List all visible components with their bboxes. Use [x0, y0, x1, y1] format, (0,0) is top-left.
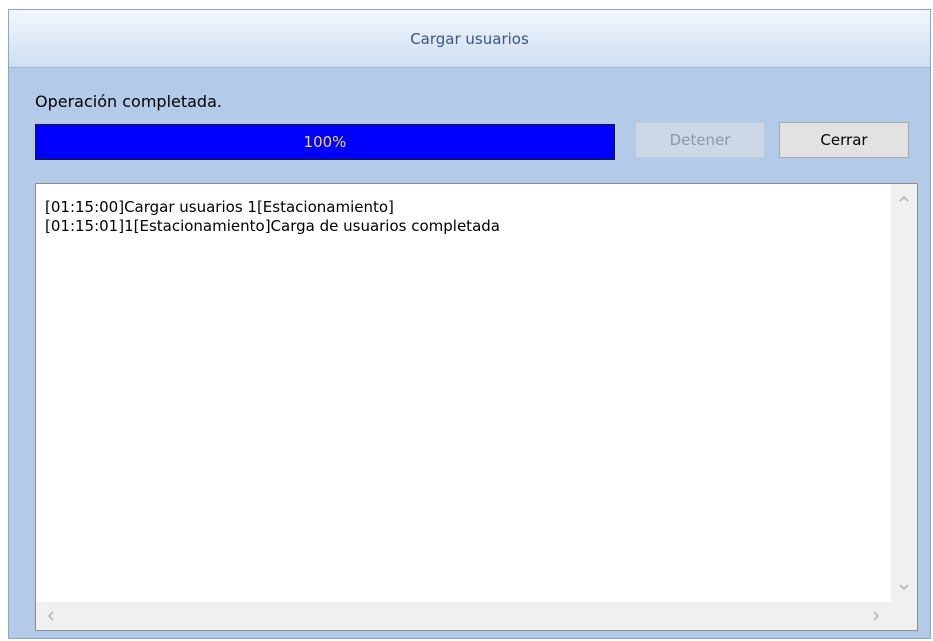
load-users-dialog: Cargar usuarios Operación completada. 10… — [8, 9, 931, 639]
scrollbar-corner — [891, 602, 917, 630]
chevron-down-icon[interactable] — [899, 582, 909, 592]
status-message: Operación completada. — [35, 92, 222, 111]
chevron-right-icon[interactable] — [871, 611, 881, 621]
chevron-left-icon[interactable] — [46, 611, 56, 621]
dialog-title: Cargar usuarios — [410, 29, 529, 48]
progress-bar: 100% — [35, 124, 615, 160]
log-lines: [01:15:00]Cargar usuarios 1[Estacionamie… — [45, 198, 887, 236]
vertical-scrollbar[interactable] — [891, 184, 917, 602]
log-textarea[interactable]: [01:15:00]Cargar usuarios 1[Estacionamie… — [35, 183, 918, 631]
progress-label: 100% — [303, 133, 347, 151]
horizontal-scrollbar[interactable] — [36, 602, 891, 630]
stop-button[interactable]: Detener — [635, 122, 765, 158]
title-bar[interactable]: Cargar usuarios — [9, 10, 930, 68]
log-line: [01:15:01]1[Estacionamiento]Carga de usu… — [45, 217, 500, 235]
chevron-up-icon[interactable] — [899, 194, 909, 204]
log-line: [01:15:00]Cargar usuarios 1[Estacionamie… — [45, 198, 394, 216]
close-button[interactable]: Cerrar — [779, 122, 909, 158]
